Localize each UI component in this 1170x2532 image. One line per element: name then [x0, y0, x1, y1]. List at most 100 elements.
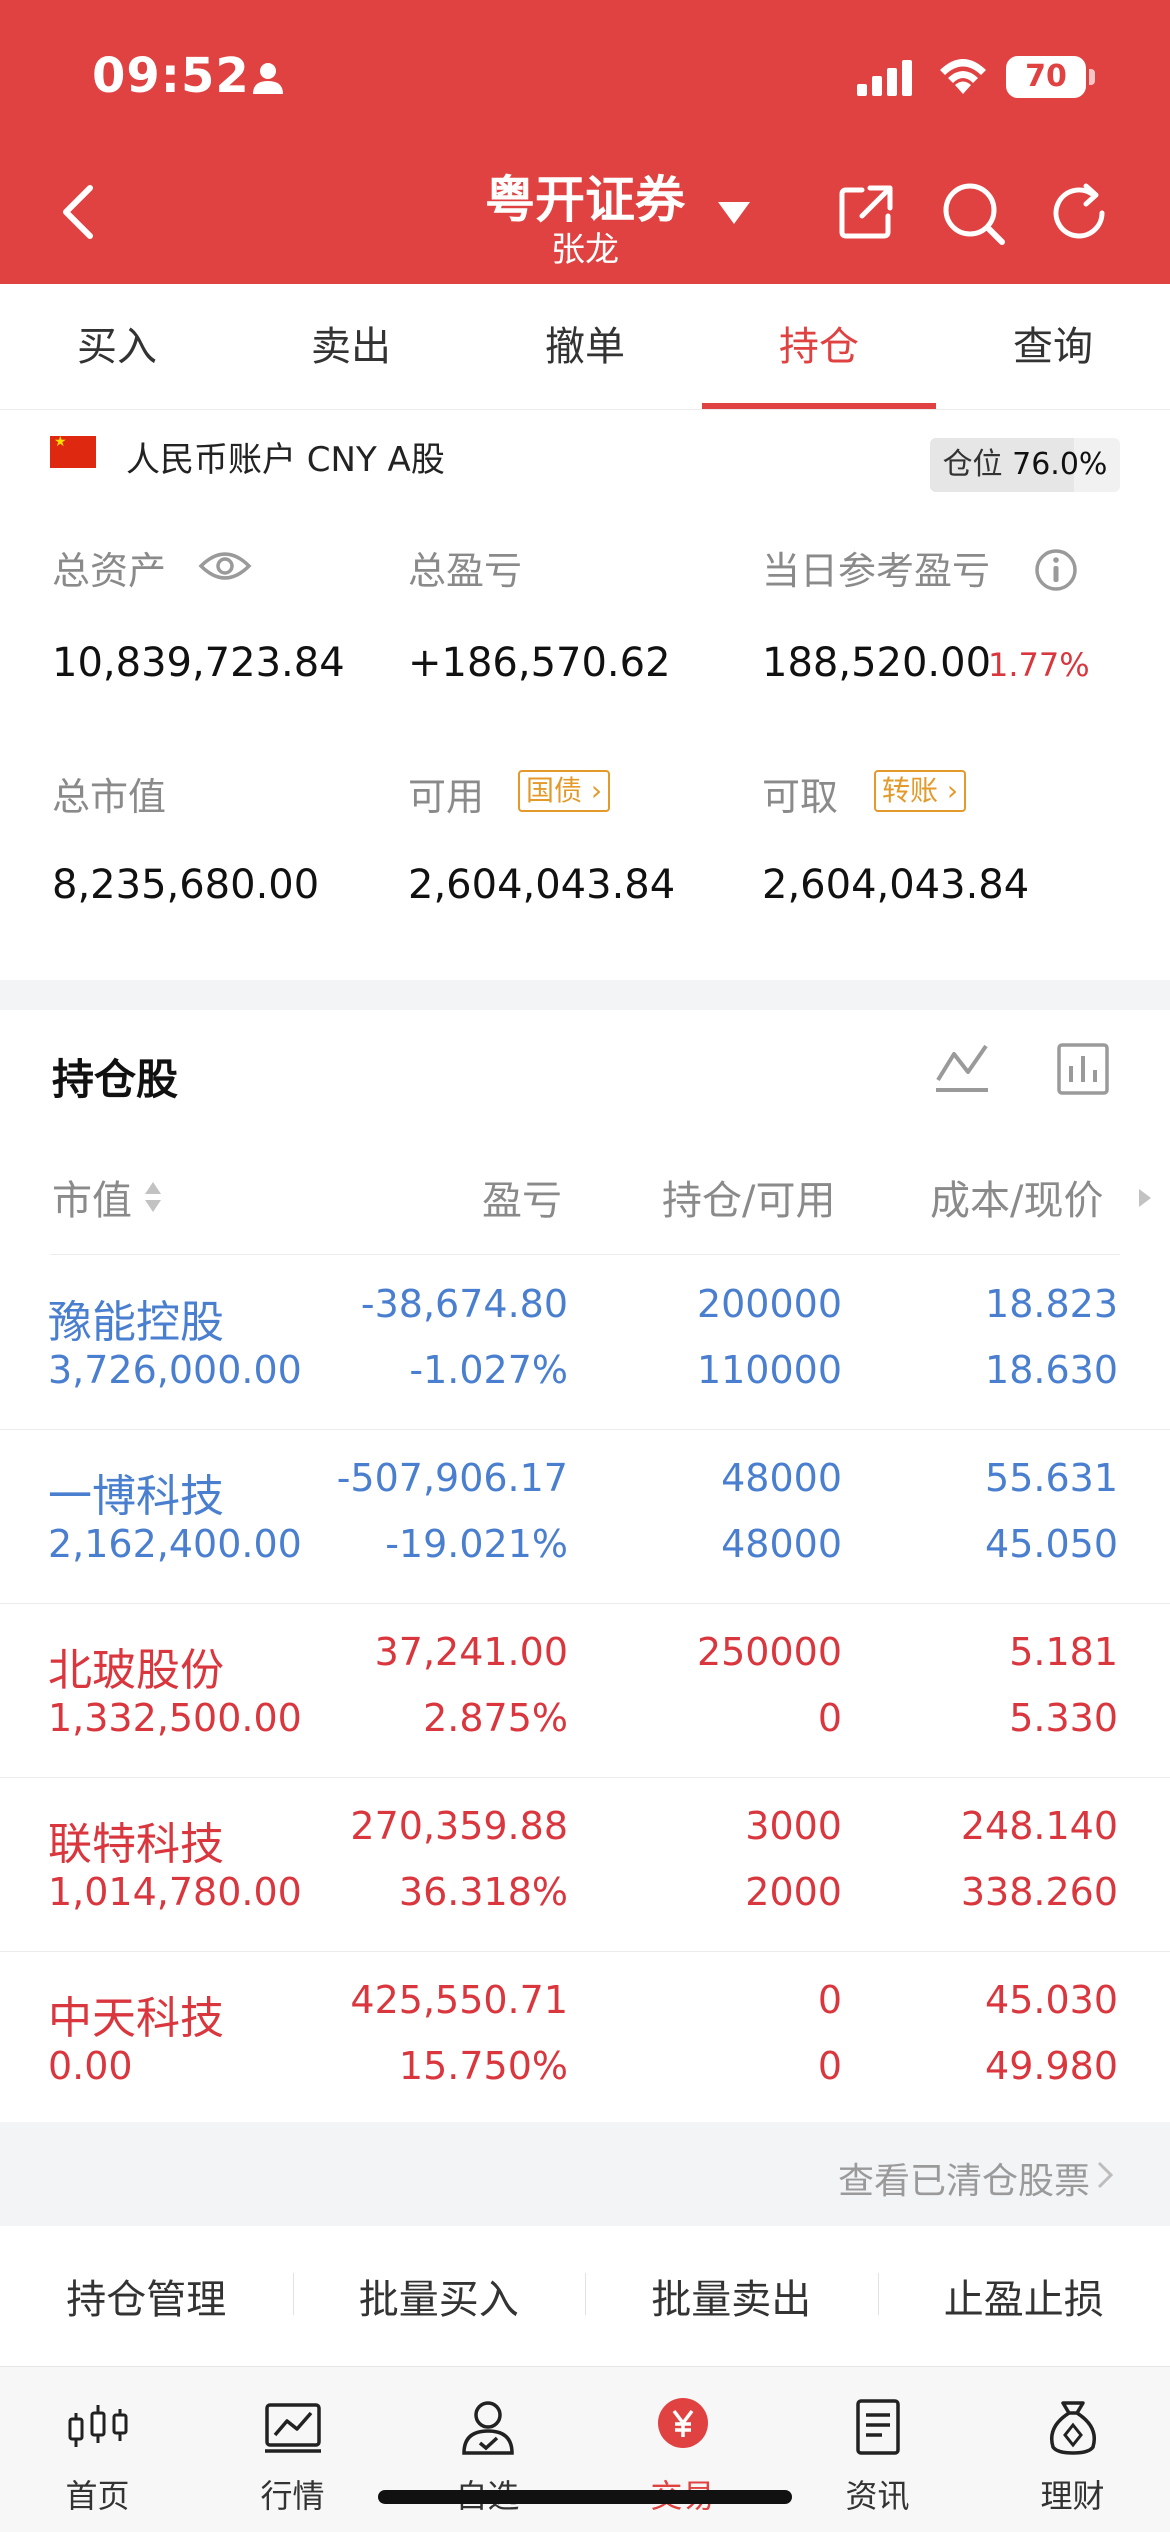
- stock-position: 3000: [745, 1804, 842, 1848]
- stock-available: 0: [817, 1696, 842, 1740]
- holding-row[interactable]: 北玻股份 1,332,500.00 37,241.00 2.875% 250000 0 5.…: [0, 1604, 1170, 1778]
- header-divider: [50, 1254, 1120, 1255]
- stock-cost: 45.030: [985, 1978, 1118, 2022]
- tab-holdings[interactable]: 持仓: [702, 284, 936, 409]
- daily-pnl-percent: 1.77%: [988, 646, 1090, 684]
- nav-market-label: 行情: [260, 2477, 325, 2515]
- stock-position: 200000: [696, 1282, 842, 1326]
- withdrawable-value: 2,604,043.84: [762, 862, 1030, 908]
- home-indicator[interactable]: [378, 2490, 792, 2504]
- total-assets-label: 总资产: [52, 549, 167, 593]
- stock-cost: 248.140: [960, 1804, 1118, 1848]
- position-ratio-label: 仓位: [942, 447, 1003, 482]
- holding-actions: 持仓管理 批量买入 批量卖出 止盈止损: [0, 2226, 1170, 2366]
- batch-sell-button[interactable]: 批量卖出: [585, 2267, 878, 2325]
- cleared-stocks-link[interactable]: 查看已清仓股票: [838, 2152, 1090, 2204]
- stock-price: 338.260: [960, 1870, 1118, 1914]
- stock-available: 2000: [745, 1870, 842, 1914]
- holding-management-button[interactable]: 持仓管理: [0, 2267, 293, 2325]
- holding-row[interactable]: 一博科技 2,162,400.00 -507,906.17 -19.021% 48000…: [0, 1430, 1170, 1604]
- treasury-bond-label: 国债: [526, 774, 583, 807]
- market-value-value: 8,235,680.00: [52, 862, 320, 908]
- stock-name: 北玻股份: [48, 1645, 224, 1696]
- stock-pnl-percent: 15.750%: [398, 2044, 568, 2088]
- total-assets-value: 10,839,723.84: [52, 640, 345, 686]
- share-icon[interactable]: [836, 182, 896, 242]
- status-time: 09:52: [92, 48, 250, 104]
- nav-home[interactable]: 首页: [0, 2367, 195, 2532]
- available-value: 2,604,043.84: [408, 862, 676, 908]
- app-header: 09:52 70 粤开证券 张龙: [0, 0, 1170, 284]
- position-ratio-text: 仓位 76.0%: [930, 438, 1120, 492]
- stock-pnl-percent: 2.875%: [423, 1696, 568, 1740]
- nav-wealth[interactable]: 理财: [975, 2367, 1170, 2532]
- stock-position: 250000: [696, 1630, 842, 1674]
- stock-position: 48000: [721, 1456, 842, 1500]
- info-icon[interactable]: [1034, 548, 1078, 592]
- stock-price: 49.980: [985, 2044, 1118, 2088]
- column-cost-price: 成本/现价: [930, 1178, 1104, 1224]
- market-value-label: 总市值: [52, 775, 167, 819]
- holding-row[interactable]: 豫能控股 3,726,000.00 -38,674.80 -1.027% 200000 1…: [0, 1256, 1170, 1430]
- cleared-stocks-bar: 查看已清仓股票: [0, 2124, 1170, 2224]
- stock-available: 110000: [696, 1348, 842, 1392]
- holding-row[interactable]: 联特科技 1,014,780.00 270,359.88 36.318% 3000 200…: [0, 1778, 1170, 1952]
- daily-pnl-label: 当日参考盈亏: [762, 549, 991, 593]
- nav-watchlist[interactable]: 自选: [390, 2367, 585, 2532]
- yuan-icon: [657, 2398, 708, 2448]
- stock-name: 一博科技: [48, 1471, 224, 1522]
- treasury-bond-button[interactable]: 国债 ›: [518, 770, 611, 812]
- batch-buy-button[interactable]: 批量买入: [292, 2267, 586, 2325]
- search-icon[interactable]: [940, 180, 1006, 246]
- person-icon: [253, 63, 283, 94]
- position-ratio-value: 76.0%: [1012, 447, 1108, 482]
- nav-news-label: 资讯: [845, 2477, 910, 2515]
- chart-line-icon: [264, 2403, 321, 2453]
- stock-cost: 18.823: [985, 1282, 1118, 1326]
- tab-cancel-order[interactable]: 撤单: [468, 284, 702, 409]
- user-check-icon: [461, 2401, 514, 2455]
- battery-indicator: 70: [1006, 56, 1086, 98]
- trend-line-icon[interactable]: [934, 1040, 990, 1096]
- stock-pnl: 425,550.71: [350, 1978, 568, 2022]
- stock-pnl: 270,359.88: [350, 1804, 568, 1848]
- tab-buy[interactable]: 买入: [0, 284, 234, 409]
- account-type: 人民币账户 CNY A股: [126, 440, 445, 480]
- nav-wealth-label: 理财: [1040, 2477, 1105, 2515]
- bar-chart-icon[interactable]: [1056, 1042, 1110, 1096]
- column-market-value[interactable]: 市值: [52, 1168, 132, 1226]
- stock-market-value: 3,726,000.00: [48, 1348, 302, 1392]
- refresh-icon[interactable]: [1046, 180, 1112, 246]
- chevron-right-icon[interactable]: [1096, 2160, 1114, 2190]
- caret-down-icon[interactable]: [716, 200, 752, 226]
- battery-tip: [1089, 69, 1095, 85]
- stock-pnl: 37,241.00: [374, 1630, 568, 1674]
- tab-sell[interactable]: 卖出: [234, 284, 468, 409]
- withdrawable-label: 可取: [762, 775, 839, 819]
- stock-pnl: -38,674.80: [360, 1282, 568, 1326]
- nav-home-label: 首页: [65, 2477, 130, 2515]
- stock-cost: 55.631: [985, 1456, 1118, 1500]
- stock-cost: 5.181: [1009, 1630, 1118, 1674]
- stock-pnl-percent: -1.027%: [409, 1348, 568, 1392]
- stock-available: 48000: [721, 1522, 842, 1566]
- nav-news[interactable]: 资讯: [780, 2367, 975, 2532]
- sort-icon[interactable]: [142, 1178, 164, 1216]
- transfer-label: 转账: [882, 774, 939, 807]
- stock-market-value: 2,162,400.00: [48, 1522, 302, 1566]
- stock-available: 0: [817, 2044, 842, 2088]
- total-pnl-value: +186,570.62: [408, 640, 671, 686]
- eye-icon[interactable]: [198, 548, 252, 584]
- holding-row[interactable]: 中天科技 0.00 425,550.71 15.750% 0 0 45.030 49.980: [0, 1952, 1170, 2126]
- take-profit-stop-loss-button[interactable]: 止盈止损: [877, 2267, 1170, 2325]
- transfer-button[interactable]: 转账 ›: [874, 770, 967, 812]
- account-summary: 人民币账户 CNY A股 仓位 76.0% 总资产 10,839,723.84 …: [0, 410, 1170, 980]
- nav-trade[interactable]: 交易: [585, 2367, 780, 2532]
- tab-query[interactable]: 查询: [936, 284, 1170, 409]
- bottom-navigation: 首页 行情 自选 交易 资讯: [0, 2366, 1170, 2532]
- available-label: 可用: [408, 775, 485, 819]
- nav-market[interactable]: 行情: [195, 2367, 390, 2532]
- stock-name: 豫能控股: [48, 1297, 224, 1348]
- triangle-right-icon[interactable]: [1136, 1186, 1154, 1210]
- stock-pnl-percent: -19.021%: [385, 1522, 568, 1566]
